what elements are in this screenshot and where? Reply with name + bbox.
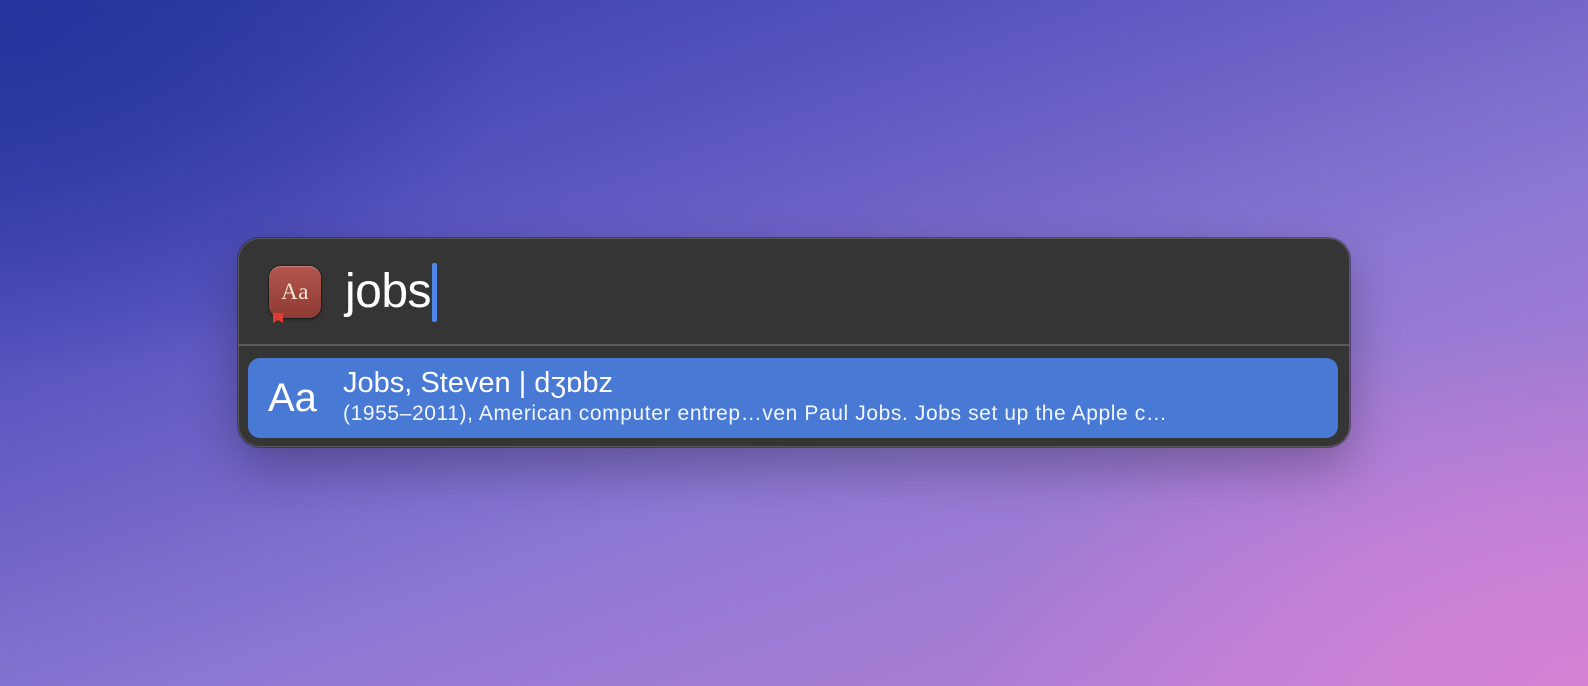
result-subtitle: (1955–2011), American computer entrep…ve… — [343, 402, 1168, 425]
dictionary-icon-label: Aa — [281, 279, 309, 304]
text-caret — [432, 262, 438, 322]
bookmark-ribbon-icon — [273, 313, 283, 323]
spotlight-panel: Aa jobs Aa Jobs, Steven | dʒɒbz (1955–20… — [238, 238, 1350, 447]
dictionary-result-icon: Aa — [268, 376, 317, 420]
search-input[interactable]: jobs — [345, 260, 438, 324]
result-title: Jobs, Steven | dʒɒbz — [343, 367, 613, 399]
desktop-background: Aa jobs Aa Jobs, Steven | dʒɒbz (1955–20… — [0, 0, 1588, 686]
dictionary-app-icon: Aa — [269, 266, 321, 323]
search-result-item[interactable]: Aa Jobs, Steven | dʒɒbz (1955–2011), Ame… — [248, 358, 1338, 438]
search-row[interactable]: Aa jobs — [238, 238, 1350, 346]
search-query-text: jobs — [345, 265, 432, 318]
